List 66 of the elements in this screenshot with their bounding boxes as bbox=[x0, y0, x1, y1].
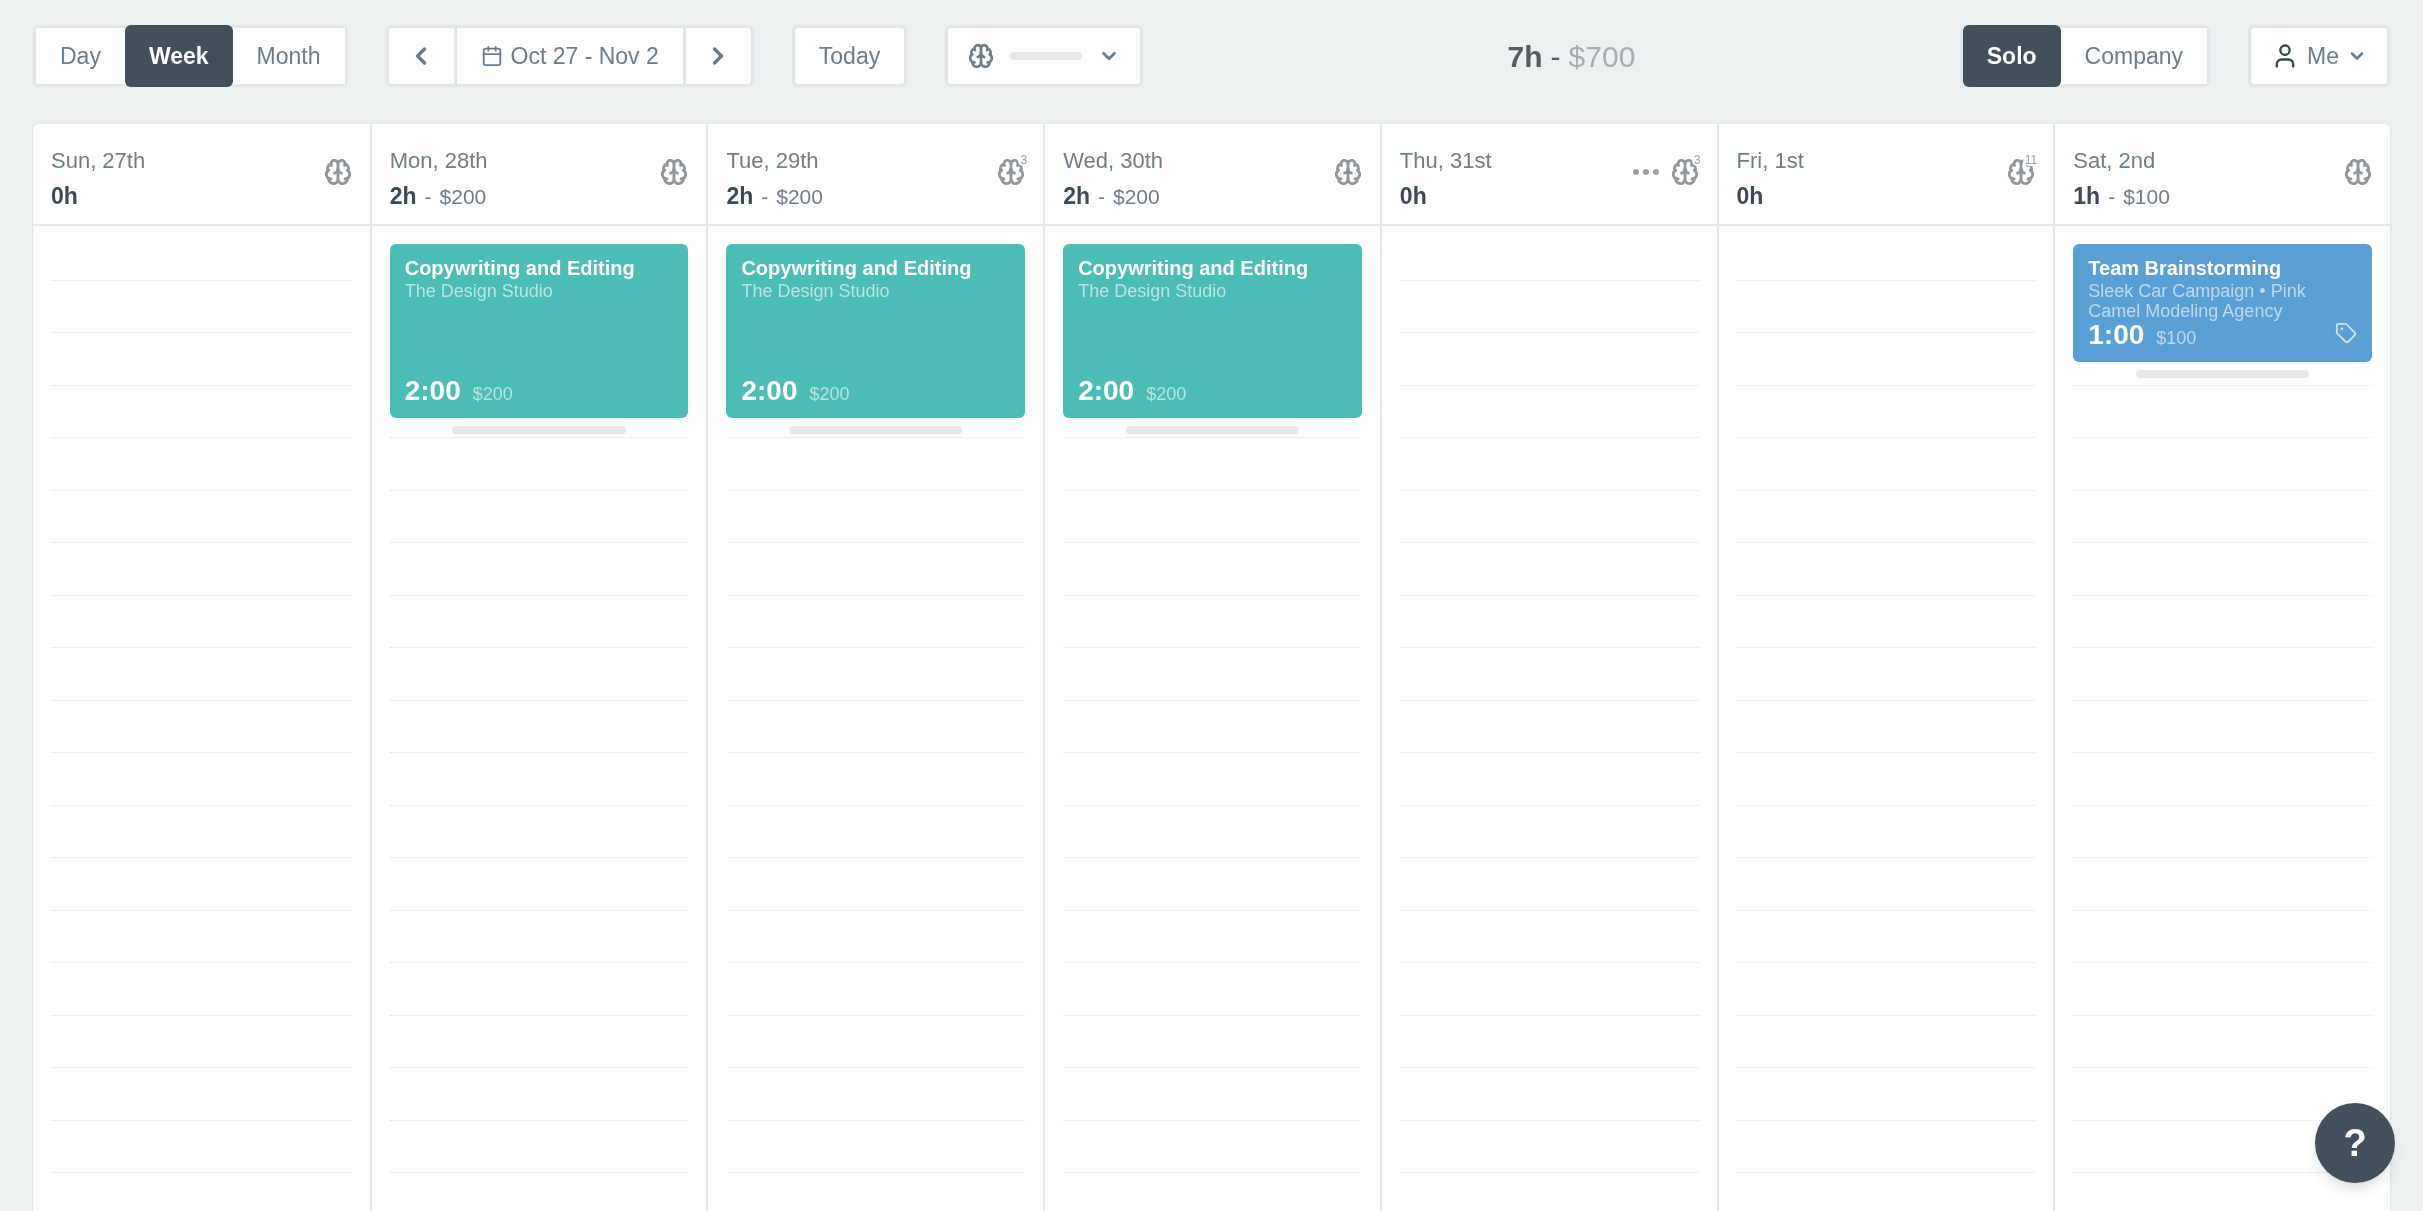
event-duration: 2:00 bbox=[741, 377, 798, 405]
resize-handle[interactable] bbox=[2136, 370, 2310, 378]
event-subtitle: The Design Studio bbox=[741, 281, 891, 301]
brain-icon bbox=[968, 43, 995, 69]
total-amount: $700 bbox=[1568, 38, 1636, 75]
day-label: Sat, 2nd bbox=[2073, 147, 2157, 175]
event-amount: $200 bbox=[472, 383, 513, 406]
count-badge: 3 bbox=[1691, 154, 1703, 166]
day-amount: $100 bbox=[2123, 184, 2170, 210]
count-badge: 3 bbox=[1018, 154, 1030, 166]
event-subtitle: The Design Studio bbox=[404, 281, 554, 301]
resize-handle[interactable] bbox=[1125, 426, 1300, 434]
view-tab[interactable]: Week bbox=[124, 25, 233, 87]
event-card[interactable]: Copywriting and Editing The Design Studio 2:00 $200 bbox=[726, 244, 1026, 418]
more-icon[interactable] bbox=[1632, 169, 1659, 175]
count-badge: 11 bbox=[2022, 154, 2040, 166]
event-card[interactable]: Copywriting and Editing The Design Studio 2:00 $200 bbox=[1063, 244, 1362, 418]
date-range-label: Oct 27 - Nov 2 bbox=[510, 41, 659, 71]
event-duration: 2:00 bbox=[404, 377, 461, 405]
user-menu[interactable]: Me bbox=[2248, 25, 2390, 87]
total-hours: 7h bbox=[1507, 38, 1543, 75]
day-hours: 2h bbox=[726, 182, 754, 211]
event-duration: 1:00 bbox=[2088, 321, 2145, 349]
day-amount: $200 bbox=[776, 184, 823, 210]
day-hours: 2h bbox=[1063, 182, 1090, 211]
event-title: Copywriting and Editing bbox=[741, 256, 973, 281]
mode-tab[interactable]: Solo bbox=[1962, 25, 2061, 87]
day-hours: 2h bbox=[389, 182, 417, 211]
resize-handle[interactable] bbox=[452, 426, 626, 434]
event-subtitle: Sleek Car Campaign • Pink Camel Modeling Agency bbox=[2088, 281, 2307, 321]
day-label: Mon, 28th bbox=[389, 147, 488, 175]
event-title: Team Brainstorming bbox=[2088, 256, 2283, 281]
day-hours: 0h bbox=[51, 182, 78, 211]
day-separator: - bbox=[424, 184, 432, 210]
brain-icon[interactable] bbox=[660, 158, 689, 186]
day-separator: - bbox=[761, 184, 769, 210]
day-label: Sun, 27th bbox=[51, 147, 146, 175]
brain-icon[interactable] bbox=[1333, 158, 1362, 186]
day-label: Wed, 30th bbox=[1063, 147, 1164, 175]
event-title: Copywriting and Editing bbox=[1078, 256, 1310, 281]
event-amount: $100 bbox=[2156, 327, 2197, 350]
event-amount: $200 bbox=[1146, 383, 1187, 406]
day-hours: 1h bbox=[2073, 182, 2101, 211]
totals-separator: - bbox=[1550, 38, 1561, 75]
event-title: Copywriting and Editing bbox=[404, 256, 636, 281]
day-hours: 0h bbox=[1736, 182, 1764, 211]
event-amount: $200 bbox=[809, 383, 850, 406]
day-amount: $200 bbox=[439, 184, 487, 210]
brain-icon[interactable] bbox=[323, 158, 352, 186]
event-card[interactable]: Copywriting and Editing The Design Studio 2:00 $200 bbox=[389, 244, 689, 418]
calendar-icon bbox=[480, 45, 503, 67]
day-separator: - bbox=[1098, 184, 1105, 210]
event-subtitle: The Design Studio bbox=[1078, 281, 1228, 301]
day-label: Thu, 31st bbox=[1399, 147, 1492, 175]
day-label: Fri, 1st bbox=[1736, 147, 1804, 175]
day-separator: - bbox=[2108, 184, 2116, 210]
resize-handle[interactable] bbox=[789, 426, 963, 434]
brain-icon[interactable] bbox=[2344, 158, 2372, 186]
day-hours: 0h bbox=[1399, 182, 1427, 211]
filter-dropdown[interactable] bbox=[945, 25, 1144, 87]
day-label: Tue, 29th bbox=[726, 147, 820, 175]
today-button[interactable]: Today bbox=[791, 25, 908, 87]
tag-icon[interactable] bbox=[2335, 322, 2357, 344]
day-amount: $200 bbox=[1113, 184, 1160, 210]
event-duration: 2:00 bbox=[1078, 377, 1135, 405]
event-card[interactable]: Team Brainstorming Sleek Car Campaign • Pink Camel Modeling Agency 1:00 $100 bbox=[2073, 244, 2372, 362]
